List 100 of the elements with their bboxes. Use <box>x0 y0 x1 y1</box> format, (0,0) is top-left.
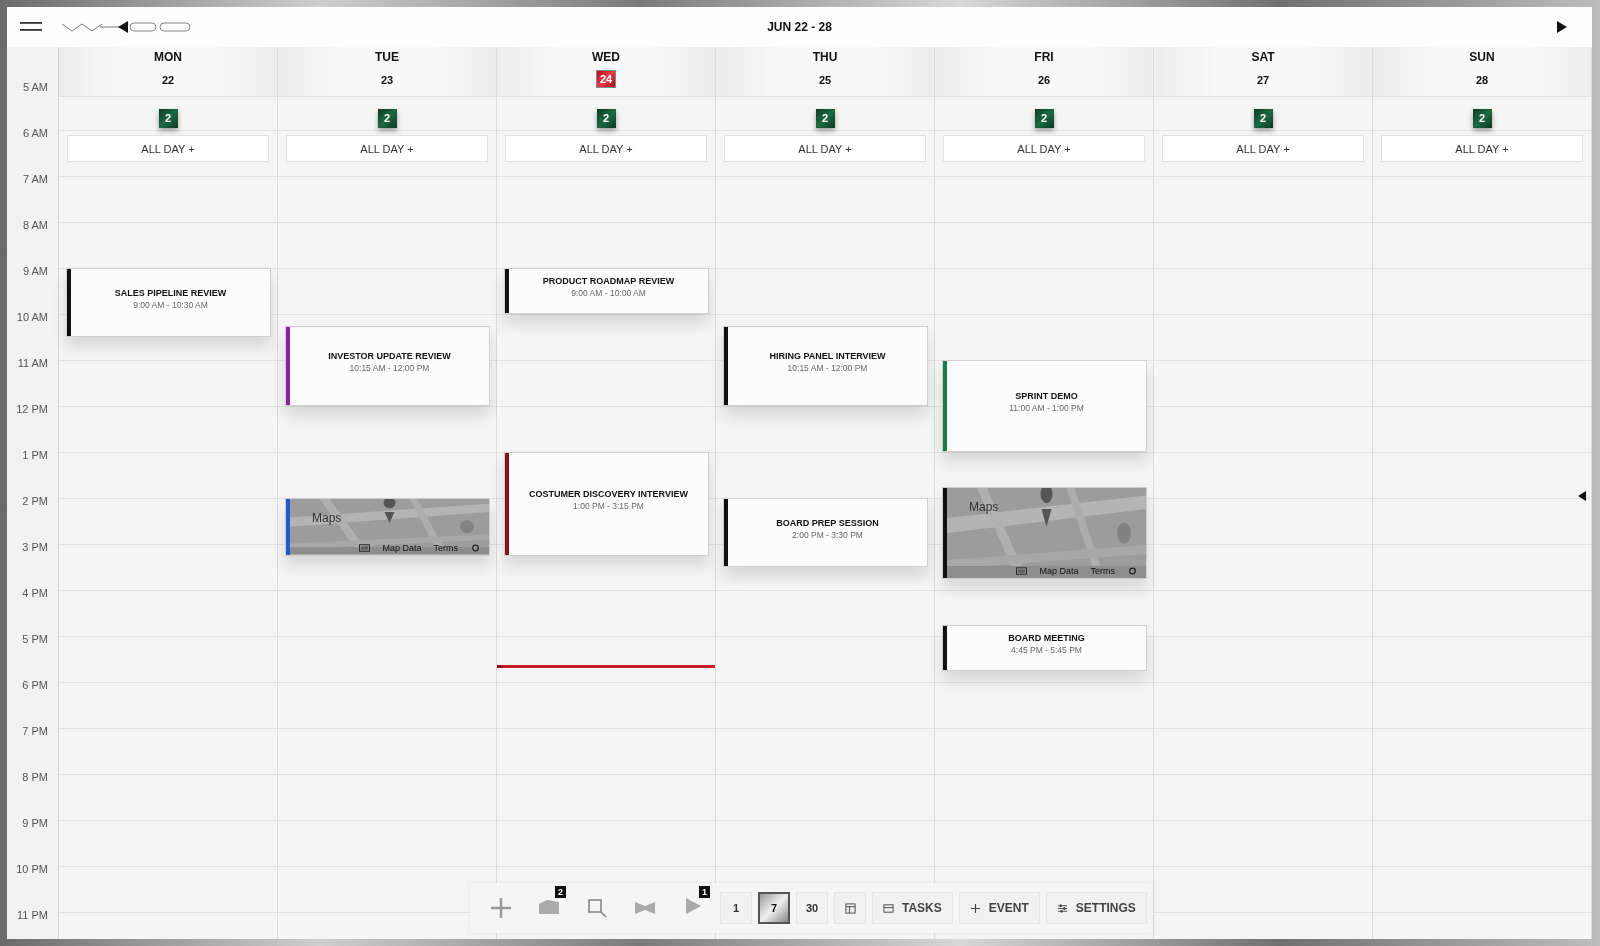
keyboard-icon[interactable] <box>359 543 371 552</box>
time-label: 8 AM <box>21 218 49 233</box>
next-arrow-icon[interactable] <box>1557 21 1567 33</box>
all-day-button[interactable]: ALL DAY + <box>67 135 269 162</box>
time-label: 8 PM <box>21 770 49 785</box>
map-attribution-link[interactable]: Terms <box>1090 565 1115 576</box>
maps-link[interactable]: Maps <box>312 511 342 525</box>
view-button[interactable]: 7 <box>758 892 790 924</box>
map-event-card[interactable]: Maps Map Data Terms <box>285 498 490 556</box>
event-card[interactable]: SALES PIPELINE REVIEW 9:00 AM - 10:30 AM <box>66 268 271 337</box>
event-card[interactable]: HIRING PANEL INTERVIEW 10:15 AM - 12:00 PM <box>723 325 928 406</box>
all-day-button[interactable]: ALL DAY + <box>505 135 707 162</box>
event-title: PRODUCT ROADMAP REVIEW <box>542 276 675 286</box>
tasks-button[interactable]: TASKS <box>872 892 953 924</box>
event-card[interactable]: INVESTOR UPDATE REVIEW 10:15 AM - 12:00 PM <box>285 325 490 406</box>
week-title: JUN 22 - 28 <box>767 20 832 34</box>
event-count-badge: 2 <box>1034 109 1054 128</box>
event-card[interactable]: BOARD PREP SESSION 2:00 PM - 3:30 PM <box>723 498 928 567</box>
event-title: HIRING PANEL INTERVIEW <box>769 350 886 361</box>
event-title: INVESTOR UPDATE REVIEW <box>328 350 451 361</box>
event-count-badge: 2 <box>377 109 397 128</box>
time-label: 12 PM <box>15 402 49 417</box>
day-date[interactable]: 27 <box>1253 72 1273 88</box>
table-icon <box>844 902 856 914</box>
all-day-button[interactable]: ALL DAY + <box>724 135 926 162</box>
day-date[interactable]: 25 <box>815 72 835 88</box>
day-date[interactable]: 22 <box>158 72 178 88</box>
keyboard-icon[interactable] <box>1016 566 1028 575</box>
time-label: 2 PM <box>21 494 49 509</box>
sliders-icon <box>1056 902 1068 914</box>
day-date[interactable]: 23 <box>377 72 397 88</box>
add-icon[interactable] <box>489 896 513 920</box>
settings-icon[interactable] <box>1127 566 1138 575</box>
event-title: BOARD MEETING <box>1008 632 1085 643</box>
menu-icon[interactable] <box>20 22 42 32</box>
event-time: 10:15 AM - 12:00 PM <box>349 362 430 373</box>
time-label: 3 PM <box>21 540 49 555</box>
event-card[interactable]: BOARD MEETING 4:45 PM - 5:45 PM <box>942 624 1147 671</box>
event-title: SALES PIPELINE REVIEW <box>114 287 227 298</box>
event-time: 9:00 AM - 10:30 AM <box>133 299 208 310</box>
time-label: 10 PM <box>15 862 49 877</box>
day-name: THU <box>812 50 838 64</box>
map-attribution-link[interactable]: Map Data <box>1039 565 1079 576</box>
time-label: 6 AM <box>21 126 49 141</box>
event-time: 11:00 AM - 1:00 PM <box>1009 403 1084 413</box>
time-label: 10 AM <box>15 310 49 325</box>
time-label: 1 PM <box>21 448 49 463</box>
time-label: 7 AM <box>21 172 49 187</box>
notification-badge: 1 <box>699 886 710 898</box>
view-button[interactable]: 1 <box>720 892 752 924</box>
maps-link[interactable]: Maps <box>969 499 999 514</box>
settings-button[interactable]: SETTINGS <box>1045 892 1147 924</box>
add-icon <box>969 902 981 914</box>
all-day-button[interactable]: ALL DAY + <box>943 135 1145 162</box>
time-label: 9 AM <box>21 264 49 279</box>
event-title: BOARD PREP SESSION <box>776 517 879 528</box>
time-label: 11 AM <box>16 356 49 371</box>
day-date[interactable]: 26 <box>1034 72 1054 88</box>
time-label: 9 PM <box>21 816 49 831</box>
event-count-badge: 2 <box>158 109 178 128</box>
day-name: SUN <box>1469 50 1495 64</box>
map-attribution-link[interactable]: Terms <box>433 542 458 553</box>
event-count-badge: 2 <box>596 109 616 128</box>
grid-view-button[interactable] <box>834 892 866 924</box>
time-label: 4 PM <box>21 586 49 601</box>
all-day-button[interactable]: ALL DAY + <box>286 135 488 162</box>
event-count-badge: 2 <box>1253 109 1273 128</box>
all-day-button[interactable]: ALL DAY + <box>1162 135 1364 162</box>
notification-badge: 2 <box>555 886 566 898</box>
settings-icon[interactable] <box>470 543 481 552</box>
event-time: 1:00 PM - 3:15 PM <box>573 500 644 511</box>
event-time: 10:15 AM - 12:00 PM <box>787 362 868 373</box>
day-name: WED <box>592 50 620 64</box>
map-attribution-link[interactable]: Map Data <box>382 542 422 553</box>
map-event-card[interactable]: Maps Map Data Terms <box>942 486 1147 579</box>
event-card[interactable]: SPRINT DEMO 11:00 AM - 1:00 PM <box>942 360 1147 452</box>
event-title: SPRINT DEMO <box>1015 391 1078 401</box>
event-time: 2:00 PM - 3:30 PM <box>792 529 863 540</box>
event-time: 4:45 PM - 5:45 PM <box>1011 644 1082 655</box>
collapse-arrow-icon[interactable] <box>1578 491 1586 501</box>
day-date[interactable]: 28 <box>1472 72 1492 88</box>
all-day-button[interactable]: ALL DAY + <box>1381 135 1583 162</box>
time-label: 7 PM <box>21 724 49 739</box>
time-label: 5 AM <box>21 80 49 95</box>
event-count-badge: 2 <box>815 109 835 128</box>
day-date[interactable]: 24 <box>595 70 617 88</box>
event-time: 9:00 AM - 10:00 AM <box>571 288 646 298</box>
panel-icon <box>883 902 894 914</box>
time-label: 5 PM <box>21 632 49 647</box>
day-name: SAT <box>1251 50 1275 64</box>
day-name: MON <box>154 50 182 64</box>
event-card[interactable]: PRODUCT ROADMAP REVIEW 9:00 AM - 10:00 AM <box>504 268 709 314</box>
event-title: COSTUMER DISCOVERY INTERVIEW <box>529 488 688 499</box>
day-name: TUE <box>375 50 399 64</box>
event-count-badge: 2 <box>1472 109 1492 128</box>
event-button[interactable]: EVENT <box>958 892 1040 924</box>
time-label: 11 PM <box>16 908 49 923</box>
event-card[interactable]: COSTUMER DISCOVERY INTERVIEW 1:00 PM - 3:15 PM <box>504 452 709 556</box>
day-name: FRI <box>1034 50 1054 64</box>
view-button[interactable]: 30 <box>796 892 828 924</box>
